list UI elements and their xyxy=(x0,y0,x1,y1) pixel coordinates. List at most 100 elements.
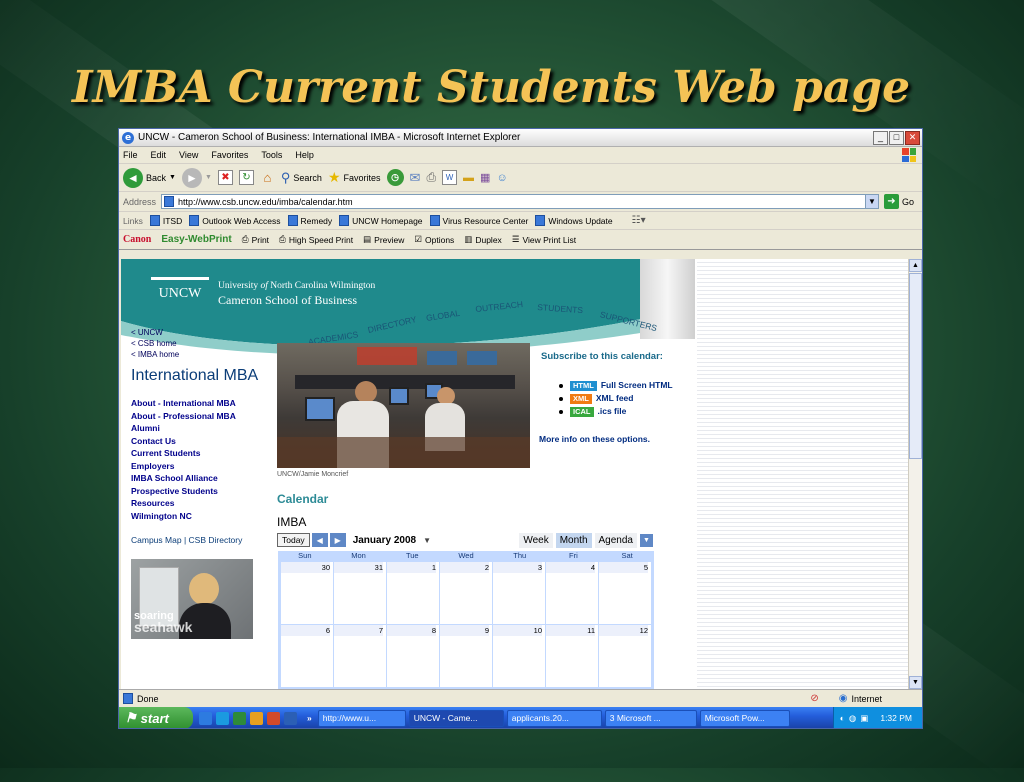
calendar-day[interactable]: 31 xyxy=(334,561,386,624)
refresh-icon[interactable]: ↻ xyxy=(238,170,254,185)
sidebar-link-contact-us[interactable]: Contact Us xyxy=(131,435,276,448)
uncw-logo[interactable]: UNCW xyxy=(151,277,209,307)
breadcrumb-uncw[interactable]: < UNCW xyxy=(131,327,276,338)
calendar-day[interactable]: 3 xyxy=(493,561,545,624)
view-week-tab[interactable]: Week xyxy=(519,532,553,548)
sidebar-link-about-international-mba[interactable]: About - International MBA xyxy=(131,397,276,410)
maximize-button[interactable]: □ xyxy=(889,130,904,145)
menu-view[interactable]: View xyxy=(179,150,198,160)
start-button[interactable]: ⚑ start xyxy=(119,707,193,728)
campus-map-link[interactable]: Campus Map xyxy=(131,535,182,545)
scroll-up-icon[interactable]: ▲ xyxy=(909,259,922,272)
messenger-icon[interactable]: ☺ xyxy=(496,172,507,184)
calendar-day[interactable]: 10 xyxy=(493,624,545,687)
view-agenda-tab[interactable]: Agenda xyxy=(594,532,637,548)
scroll-down-icon[interactable]: ▼ xyxy=(909,676,922,689)
breadcrumb-csb-home[interactable]: < CSB home xyxy=(131,338,276,349)
calendar-day[interactable]: 12 xyxy=(599,624,651,687)
task-powerpoint[interactable]: Microsoft Pow... xyxy=(699,709,790,727)
menu-tools[interactable]: Tools xyxy=(261,150,282,160)
link-windows-update[interactable]: Windows Update xyxy=(535,215,613,226)
sidebar-link-resources[interactable]: Resources xyxy=(131,497,276,510)
mail-icon[interactable]: ✉ xyxy=(410,170,421,186)
easy-webprint-menu[interactable]: Easy-WebPrint xyxy=(161,234,231,245)
month-dropdown-icon[interactable]: ▼ xyxy=(423,536,431,545)
breadcrumb-imba-home[interactable]: < IMBA home xyxy=(131,349,276,360)
calendar-day[interactable]: 5 xyxy=(599,561,651,624)
link-uncw-homepage[interactable]: UNCW Homepage xyxy=(339,215,423,226)
calendar-day[interactable]: 9 xyxy=(440,624,492,687)
tray-app-icon[interactable]: ◍ xyxy=(849,713,856,724)
more-info-link[interactable]: More info on these options. xyxy=(539,434,650,444)
popup-blocker-icon[interactable]: ⊘ xyxy=(810,693,818,704)
calendar-day[interactable]: 8 xyxy=(387,624,439,687)
canon-view-print-list-button[interactable]: ☰ View Print List xyxy=(512,234,576,245)
canon-high-speed-print-button[interactable]: ⎙ High Speed Print xyxy=(279,234,353,245)
quicklaunch-powerpoint-icon[interactable] xyxy=(267,711,280,725)
current-month[interactable]: January 2008 xyxy=(353,535,416,546)
calendar-day[interactable]: 2 xyxy=(440,561,492,624)
search-button[interactable]: ⚲ Search xyxy=(281,170,322,186)
scroll-thumb[interactable] xyxy=(909,273,922,459)
home-icon[interactable]: ⌂ xyxy=(260,170,275,185)
print-icon[interactable]: ⎙ xyxy=(426,170,436,185)
forward-button[interactable]: ► ▼ xyxy=(181,167,212,188)
subscribe-xml-link[interactable]: XML XML feed xyxy=(559,392,673,405)
today-button[interactable]: Today xyxy=(277,533,310,547)
link-virus-resource-center[interactable]: Virus Resource Center xyxy=(429,215,528,226)
link-outlook-web-access[interactable]: Outlook Web Access xyxy=(189,215,281,226)
canon-preview-button[interactable]: ▤ Preview xyxy=(363,234,404,245)
quicklaunch-overflow-icon[interactable]: » xyxy=(307,713,312,723)
sidebar-link-about-professional-mba[interactable]: About - Professional MBA xyxy=(131,410,276,423)
menu-edit[interactable]: Edit xyxy=(151,150,167,160)
sidebar-link-prospective-students[interactable]: Prospective Students xyxy=(131,485,276,498)
task-uncw-window[interactable]: UNCW - Came... xyxy=(408,709,504,727)
canon-options-button[interactable]: ☑ Options xyxy=(414,234,454,245)
calendar-day[interactable]: 1 xyxy=(387,561,439,624)
close-button[interactable]: ✕ xyxy=(905,130,920,145)
tray-network-icon[interactable]: ▣ xyxy=(860,713,868,724)
view-menu-dropdown-icon[interactable]: ▼ xyxy=(640,533,653,547)
sidebar-link-wilmington-nc[interactable]: Wilmington NC xyxy=(131,510,276,523)
quicklaunch-outlook-icon[interactable] xyxy=(250,711,263,725)
next-month-icon[interactable]: ▶ xyxy=(329,533,346,547)
favorites-button[interactable]: ★ Favorites xyxy=(328,169,381,186)
address-dropdown-icon[interactable]: ▼ xyxy=(864,195,878,208)
subscribe-html-link[interactable]: HTML Full Screen HTML xyxy=(559,379,673,392)
links-overflow-icon[interactable]: ☷▾ xyxy=(632,215,646,226)
tray-back-icon[interactable]: ◐ xyxy=(840,713,845,723)
csb-directory-link[interactable]: CSB Directory xyxy=(189,535,243,545)
menu-file[interactable]: File xyxy=(123,150,138,160)
task-excel-applicants[interactable]: applicants.20... xyxy=(506,709,602,727)
go-button[interactable]: ➜ Go xyxy=(883,194,914,209)
history-icon[interactable]: ◷ xyxy=(386,169,404,186)
canon-duplex-button[interactable]: ▥ Duplex xyxy=(464,234,502,245)
link-itsd[interactable]: ITSD xyxy=(149,215,182,226)
calendar-day[interactable]: 4 xyxy=(546,561,598,624)
folder-icon[interactable]: ▬ xyxy=(463,172,474,184)
quicklaunch-word-icon[interactable] xyxy=(284,711,297,725)
canon-print-button[interactable]: ⎙ Print xyxy=(242,234,269,245)
word-edit-icon[interactable]: W xyxy=(442,170,458,185)
back-button[interactable]: ◄ Back ▼ xyxy=(123,167,176,188)
sidebar-link-imba-school-alliance[interactable]: IMBA School Alliance xyxy=(131,472,276,485)
vertical-scrollbar[interactable]: ▲ ▼ xyxy=(908,259,922,689)
calendar-day[interactable]: 30 xyxy=(281,561,333,624)
task-microsoft-group[interactable]: 3 Microsoft ... xyxy=(604,709,697,727)
link-remedy[interactable]: Remedy xyxy=(287,215,332,226)
address-input[interactable]: http://www.csb.uncw.edu/imba/calendar.ht… xyxy=(161,194,879,209)
prev-month-icon[interactable]: ◀ xyxy=(311,533,328,547)
view-month-tab[interactable]: Month xyxy=(555,532,592,548)
calendar-day[interactable]: 11 xyxy=(546,624,598,687)
subscribe-ical-link[interactable]: ICAL .ics file xyxy=(559,405,673,418)
quicklaunch-ie-icon[interactable] xyxy=(199,711,212,725)
calendar-day[interactable]: 7 xyxy=(334,624,386,687)
menu-help[interactable]: Help xyxy=(295,150,314,160)
calendar-day[interactable]: 6 xyxy=(281,624,333,687)
sidebar-link-alumni[interactable]: Alumni xyxy=(131,422,276,435)
quicklaunch-excel-icon[interactable] xyxy=(233,711,246,725)
task-ie-window[interactable]: http://www.u... xyxy=(317,709,406,727)
quicklaunch-desktop-icon[interactable] xyxy=(216,711,229,725)
minimize-button[interactable]: _ xyxy=(873,130,888,145)
stop-icon[interactable]: ✖ xyxy=(217,170,233,185)
